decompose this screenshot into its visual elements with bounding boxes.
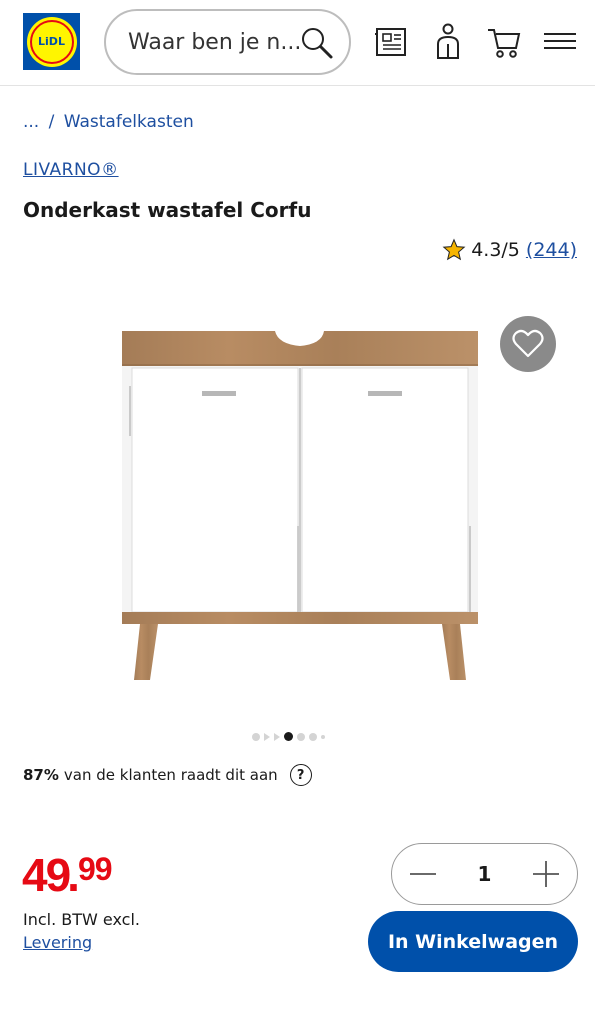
pagination-dot[interactable] [252,732,260,741]
search-icon[interactable] [299,25,335,61]
brand-link[interactable]: LIVARNO® [23,160,119,180]
help-icon[interactable]: ? [289,764,312,786]
logo-circle: LiDL [26,16,77,67]
quantity-value[interactable]: 1 [478,862,492,886]
image-pagination [252,732,325,741]
wishlist-button[interactable] [500,316,556,372]
quantity-stepper: 1 [391,843,578,905]
price-integer: 49 [22,849,71,901]
recommendation-percent: 87% [23,766,59,784]
search-placeholder: Waar ben je n... [128,29,302,55]
rating-score: 4.3/5 [471,239,520,261]
breadcrumb-ellipsis[interactable]: ... [23,112,39,132]
leaflet-icon[interactable] [374,22,410,62]
add-to-cart-button[interactable]: In Winkelwagen [368,911,578,972]
rating-count-link[interactable]: (244) [526,239,577,261]
star-icon [442,238,466,261]
lidl-logo[interactable]: LiDL [23,13,80,70]
search-input[interactable]: Waar ben je n... [104,9,351,75]
cart-icon[interactable] [486,22,522,62]
recommendation: 87% van de klanten raadt dit aan ? [23,764,312,786]
price-decimals: 99 [77,851,113,887]
pagination-dot[interactable] [321,734,325,739]
breadcrumb-current[interactable]: Wastafelkasten [64,112,194,132]
heart-icon [512,329,544,358]
plus-icon[interactable] [531,859,561,889]
recommendation-text: van de klanten raadt dit aan [63,766,278,784]
product-rating: 4.3/5 (244) [442,238,577,262]
product-title: Onderkast wastafel Corfu [23,198,312,222]
top-navigation-bar: LiDL Waar ben je n... [0,0,595,86]
account-icon[interactable] [434,22,462,62]
breadcrumb-separator: / [48,112,55,132]
pagination-dot[interactable] [297,732,305,741]
pagination-dot[interactable] [309,732,317,741]
minus-icon[interactable] [408,859,438,889]
product-image[interactable] [110,316,490,688]
price: 49 . 99 [22,849,113,901]
delivery-link[interactable]: Levering [23,933,92,952]
logo-text: LiDL [38,35,65,48]
pagination-dot[interactable] [264,732,270,741]
pagination-dot[interactable] [274,732,280,741]
menu-icon[interactable] [543,22,577,62]
vat-info: Incl. BTW excl. [23,910,141,929]
pagination-dot-active[interactable] [284,732,293,741]
breadcrumb: ... / Wastafelkasten [23,112,194,132]
